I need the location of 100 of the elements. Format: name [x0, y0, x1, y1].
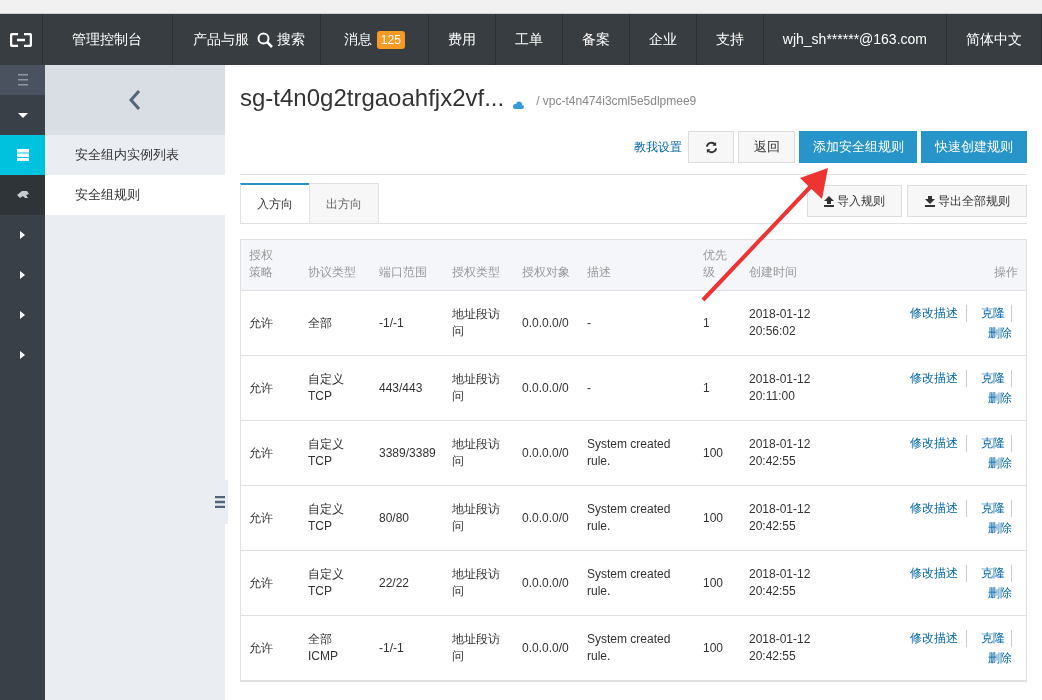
table-cell-text: System created rule.: [586, 501, 672, 535]
table-cell-text: System created rule.: [586, 436, 672, 470]
table-cell-text: 0.0.0.0/0: [521, 314, 570, 332]
refresh-icon: [704, 140, 718, 154]
caret-right-icon: [20, 311, 25, 319]
column-header: 协议类型: [307, 264, 357, 281]
action-link[interactable]: 克隆: [981, 565, 1012, 582]
action-link[interactable]: 修改描述: [910, 630, 967, 647]
table-cell-text: 允许: [248, 639, 274, 657]
table-cell-text: -: [586, 379, 592, 397]
table-cell-text: 1: [702, 314, 711, 332]
nav-item[interactable]: 工单: [495, 14, 563, 65]
action-link[interactable]: 克隆: [981, 435, 1012, 452]
table-cell-text: 地址段访问: [451, 371, 501, 405]
table-cell-text: 允许: [248, 444, 274, 462]
table-cell-text: 全部: [307, 314, 333, 332]
table-cell-text: 80/80: [378, 509, 411, 527]
help-link[interactable]: 教我设置: [634, 138, 682, 156]
action-link[interactable]: 删除: [886, 325, 1012, 342]
table-cell-text: 2018-01-12 20:42:55: [748, 501, 812, 535]
sidebar-item[interactable]: 安全组规则: [45, 175, 225, 215]
count-badge: 125: [376, 30, 405, 49]
search-button[interactable]: 搜索: [251, 14, 321, 65]
caret-right-icon: [20, 271, 25, 279]
table-cell-text: 1: [702, 379, 711, 397]
action-link[interactable]: 克隆: [981, 500, 1012, 517]
nav-item[interactable]: wjh_sh******@163.com: [763, 14, 947, 65]
nav-item[interactable]: 简体中文: [947, 14, 1042, 65]
quick-create-button[interactable]: 快速创建规则: [921, 131, 1027, 163]
table-cell-text: 地址段访问: [451, 566, 501, 600]
nav-item[interactable]: 消息 125: [320, 14, 429, 65]
column-header: 操作: [993, 264, 1019, 281]
direction-tab[interactable]: 出方向: [309, 183, 379, 223]
action-link[interactable]: 克隆: [981, 370, 1012, 387]
download-icon: [924, 195, 935, 207]
table-cell-text: 地址段访问: [451, 631, 501, 665]
table-cell-text: 自定义 TCP: [307, 566, 345, 600]
table-cell-text: 2018-01-12 20:42:55: [748, 566, 812, 600]
action-link[interactable]: 修改描述: [910, 370, 967, 387]
table-cell-text: 2018-01-12 20:42:55: [748, 436, 812, 470]
table-cell-text: 2018-01-12 20:11:00: [748, 371, 812, 405]
action-link[interactable]: 克隆: [981, 630, 1012, 647]
table-cell-text: 3389/3389: [378, 444, 437, 462]
table-cell-text: 允许: [248, 314, 274, 332]
table-cell-text: 0.0.0.0/0: [521, 379, 570, 397]
table-cell-text: 地址段访问: [451, 436, 501, 470]
table-cell-text: 0.0.0.0/0: [521, 509, 570, 527]
caret-right-icon: [20, 231, 25, 239]
server-icon: [16, 148, 29, 162]
column-header: 授权对象: [521, 264, 571, 281]
page-title: sg-t4n0g2trgaoahfjx2vf...: [240, 86, 505, 110]
table-cell-text: 100: [702, 444, 725, 462]
column-header: 授权策略: [248, 247, 274, 281]
nav-item[interactable]: 备案: [562, 14, 630, 65]
action-link[interactable]: 修改描述: [910, 565, 967, 582]
column-header: 优先级: [702, 247, 728, 281]
search-icon: [256, 31, 273, 48]
nav-label: 搜索: [276, 30, 305, 49]
nav-item[interactable]: 支持: [696, 14, 764, 65]
import-button[interactable]: 导入规则: [807, 185, 902, 217]
table-cell-text: 22/22: [378, 574, 411, 592]
menu-icon: [17, 74, 28, 86]
action-link[interactable]: 删除: [886, 650, 1012, 667]
nav-item[interactable]: 费用: [428, 14, 496, 65]
table-cell-text: 允许: [248, 509, 274, 527]
table-cell-text: 自定义 TCP: [307, 436, 345, 470]
nav-item[interactable]: 企业: [629, 14, 697, 65]
action-link[interactable]: 修改描述: [910, 305, 967, 322]
table-cell-text: 地址段访问: [451, 306, 501, 340]
action-link[interactable]: 删除: [886, 585, 1012, 602]
column-header: 授权类型: [451, 264, 501, 281]
action-link[interactable]: 删除: [886, 390, 1012, 407]
table-cell-text: -1/-1: [378, 639, 405, 657]
table-cell-text: 允许: [248, 379, 274, 397]
back-chevron-icon[interactable]: [128, 89, 142, 111]
table-cell-text: -: [586, 314, 592, 332]
back-button[interactable]: 返回: [738, 131, 795, 163]
column-header: 创建时间: [748, 264, 798, 281]
button-label: 导入规则: [837, 193, 885, 210]
caret-right-icon: [20, 351, 25, 359]
action-link[interactable]: 克隆: [981, 305, 1012, 322]
action-link[interactable]: 删除: [886, 455, 1012, 472]
refresh-button[interactable]: [688, 131, 734, 163]
logo-icon[interactable]: [9, 32, 32, 47]
table-cell-text: 0.0.0.0/0: [521, 639, 570, 657]
table-cell-text: 100: [702, 574, 725, 592]
action-link[interactable]: 删除: [886, 520, 1012, 537]
nav-item[interactable]: 产品与服: [172, 14, 252, 65]
table-cell-text: 地址段访问: [451, 501, 501, 535]
button-label: 导出全部规则: [937, 193, 1010, 210]
add-rule-button[interactable]: 添加安全组规则: [799, 131, 917, 163]
column-header: 描述: [586, 264, 612, 281]
export-button[interactable]: 导出全部规则: [907, 185, 1027, 217]
action-link[interactable]: 修改描述: [910, 500, 967, 517]
direction-tab[interactable]: 入方向: [240, 183, 309, 223]
plug-icon: [16, 190, 29, 200]
action-link[interactable]: 修改描述: [910, 435, 967, 452]
table-cell-text: 100: [702, 509, 725, 527]
table-cell-text: 允许: [248, 574, 274, 592]
vpc-label: / vpc-t4n474i3cml5e5dlpmee9: [536, 93, 697, 110]
